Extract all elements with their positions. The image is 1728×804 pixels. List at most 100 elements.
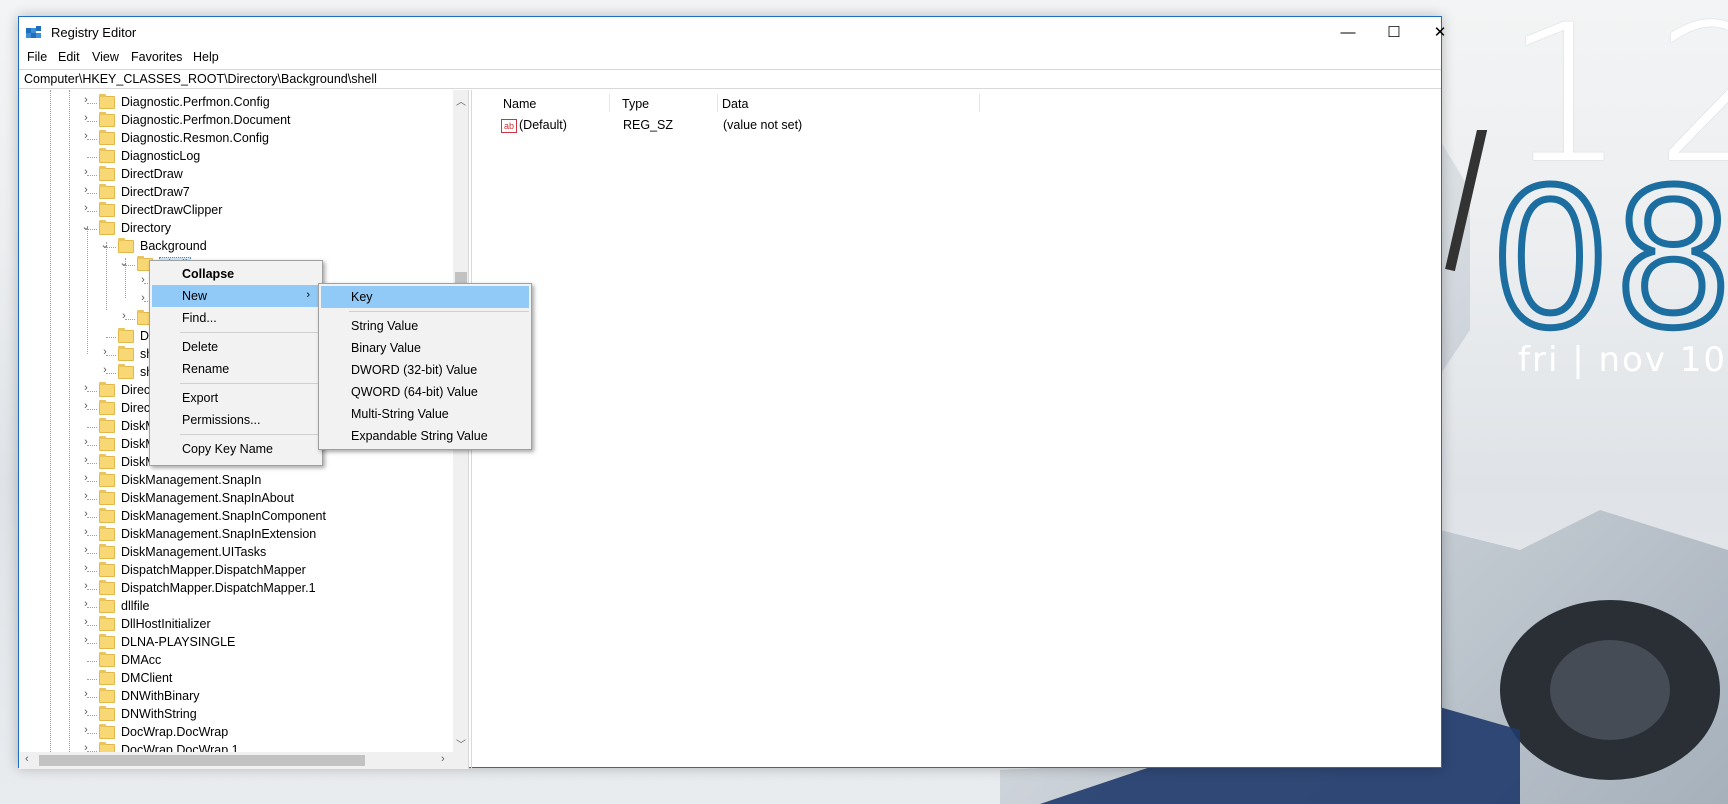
value-data: (value not set) [723, 118, 803, 132]
tree-item[interactable]: › DNWithBinary [19, 688, 449, 706]
tree-horizontal-scroll-thumb[interactable] [39, 755, 365, 766]
column-header-name[interactable]: Name [503, 97, 536, 111]
expand-chevron-icon[interactable]: › [81, 454, 91, 466]
expand-chevron-icon[interactable]: › [100, 346, 110, 358]
expand-chevron-icon[interactable]: › [81, 724, 91, 736]
scroll-right-icon[interactable]: › [441, 753, 445, 765]
tree-item[interactable]: › dllfile [19, 598, 449, 616]
menu-file[interactable]: File [27, 50, 47, 64]
close-button[interactable]: ✕ [1417, 17, 1463, 47]
tree-item[interactable]: › Diagnostic.Perfmon.Config [19, 94, 449, 112]
tree-item[interactable]: › Diagnostic.Resmon.Config [19, 130, 449, 148]
expand-chevron-icon[interactable]: › [138, 274, 148, 286]
tree-item-label: DiskManagement.SnapIn [121, 473, 262, 487]
collapse-chevron-icon[interactable]: ⌄ [100, 238, 110, 251]
submenu-dword-value[interactable]: DWORD (32-bit) Value [321, 359, 529, 381]
tree-item[interactable]: › DispatchMapper.DispatchMapper [19, 562, 449, 580]
tree-horizontal-scrollbar[interactable]: ‹ › [19, 752, 468, 769]
menu-collapse[interactable]: Collapse [152, 263, 320, 285]
column-header-data[interactable]: Data [722, 97, 748, 111]
submenu-binary-value[interactable]: Binary Value [321, 337, 529, 359]
expand-chevron-icon[interactable]: › [81, 580, 91, 592]
expand-chevron-icon[interactable]: › [81, 544, 91, 556]
submenu-string-value[interactable]: String Value [321, 315, 529, 337]
tree-item[interactable]: › DispatchMapper.DispatchMapper.1 [19, 580, 449, 598]
tree-item[interactable]: › DllHostInitializer [19, 616, 449, 634]
tree-item[interactable]: › DirectDrawClipper [19, 202, 449, 220]
menu-edit[interactable]: Edit [58, 50, 80, 64]
expand-chevron-icon[interactable]: › [81, 490, 91, 502]
address-bar[interactable]: Computer\HKEY_CLASSES_ROOT\Directory\Bac… [19, 69, 1441, 89]
minimize-button[interactable]: — [1325, 17, 1371, 47]
menu-permissions[interactable]: Permissions... [152, 409, 320, 431]
menu-copy-key-name[interactable]: Copy Key Name [152, 438, 320, 460]
folder-icon [99, 148, 115, 163]
expand-chevron-icon[interactable]: › [81, 94, 91, 106]
title-bar[interactable]: Registry Editor — ☐ ✕ [19, 17, 1446, 47]
expand-chevron-icon[interactable]: › [81, 634, 91, 646]
menu-find[interactable]: Find... [152, 307, 320, 329]
submenu-expandable-string-value[interactable]: Expandable String Value [321, 425, 529, 447]
tree-item[interactable]: › DiskManagement.SnapIn [19, 472, 449, 490]
menu-favorites[interactable]: Favorites [131, 50, 182, 64]
tree-item[interactable]: › DiskManagement.UITasks [19, 544, 449, 562]
tree-item[interactable]: › DiskManagement.SnapInExtension [19, 526, 449, 544]
expand-chevron-icon[interactable]: › [81, 202, 91, 214]
menu-view[interactable]: View [92, 50, 119, 64]
folder-icon [99, 634, 115, 649]
maximize-button[interactable]: ☐ [1371, 17, 1417, 47]
submenu-multi-string-value[interactable]: Multi-String Value [321, 403, 529, 425]
tree-item[interactable]: › Diagnostic.Perfmon.Document [19, 112, 449, 130]
menu-delete[interactable]: Delete [152, 336, 320, 358]
folder-icon [99, 616, 115, 631]
tree-item[interactable]: › DiskManagement.SnapInComponent [19, 508, 449, 526]
tree-item[interactable]: DMClient [19, 670, 449, 688]
collapse-chevron-icon[interactable]: ⌄ [119, 256, 129, 269]
expand-chevron-icon[interactable]: › [81, 436, 91, 448]
expand-chevron-icon[interactable]: › [81, 616, 91, 628]
collapse-chevron-icon[interactable]: ⌄ [81, 220, 91, 233]
expand-chevron-icon[interactable]: › [100, 364, 110, 376]
submenu-qword-value[interactable]: QWORD (64-bit) Value [321, 381, 529, 403]
tree-item[interactable]: › DocWrap.DocWrap [19, 724, 449, 742]
expand-chevron-icon[interactable]: › [81, 526, 91, 538]
tree-item-label: DiskManagement.SnapInAbout [121, 491, 295, 505]
expand-chevron-icon[interactable]: › [81, 688, 91, 700]
tree-item[interactable]: › DiskManagement.SnapInAbout [19, 490, 449, 508]
expand-chevron-icon[interactable]: › [81, 184, 91, 196]
tree-item[interactable]: ⌄ Directory [19, 220, 449, 238]
column-header-type[interactable]: Type [622, 97, 649, 111]
expand-chevron-icon[interactable]: › [81, 400, 91, 412]
scroll-left-icon[interactable]: ‹ [25, 753, 29, 765]
menu-rename[interactable]: Rename [152, 358, 320, 380]
expand-chevron-icon[interactable]: › [81, 706, 91, 718]
expand-chevron-icon[interactable]: › [81, 562, 91, 574]
expand-chevron-icon[interactable]: › [81, 598, 91, 610]
expand-chevron-icon[interactable]: › [81, 382, 91, 394]
expand-chevron-icon[interactable]: › [81, 112, 91, 124]
tree-item[interactable]: ⌄ Background [19, 238, 449, 256]
tree-item-label: DNWithBinary [121, 689, 200, 703]
tree-item[interactable]: › DNWithString [19, 706, 449, 724]
menu-new[interactable]: New › [152, 285, 320, 307]
tree-item[interactable]: DMAcc [19, 652, 449, 670]
folder-icon [99, 400, 115, 415]
expand-chevron-icon[interactable]: › [138, 292, 148, 304]
tree-item[interactable]: › DirectDraw [19, 166, 449, 184]
tree-item[interactable]: DiagnosticLog [19, 148, 449, 166]
expand-chevron-icon[interactable]: › [81, 130, 91, 142]
menu-help[interactable]: Help [193, 50, 219, 64]
tree-item-label: dllfile [121, 599, 150, 613]
tree-item[interactable]: › DirectDraw7 [19, 184, 449, 202]
menu-export[interactable]: Export [152, 387, 320, 409]
expand-chevron-icon[interactable]: › [81, 166, 91, 178]
tree-item-label: DNWithString [121, 707, 197, 721]
scroll-down-icon[interactable]: ﹀ [456, 736, 466, 751]
tree-item-label: DiskManagement.SnapInComponent [121, 509, 326, 523]
expand-chevron-icon[interactable]: › [81, 508, 91, 520]
expand-chevron-icon[interactable]: › [119, 310, 129, 322]
submenu-key[interactable]: Key [321, 286, 529, 308]
scroll-up-icon[interactable]: ︿ [456, 93, 466, 108]
expand-chevron-icon[interactable]: › [81, 472, 91, 484]
tree-item[interactable]: › DLNA-PLAYSINGLE [19, 634, 449, 652]
